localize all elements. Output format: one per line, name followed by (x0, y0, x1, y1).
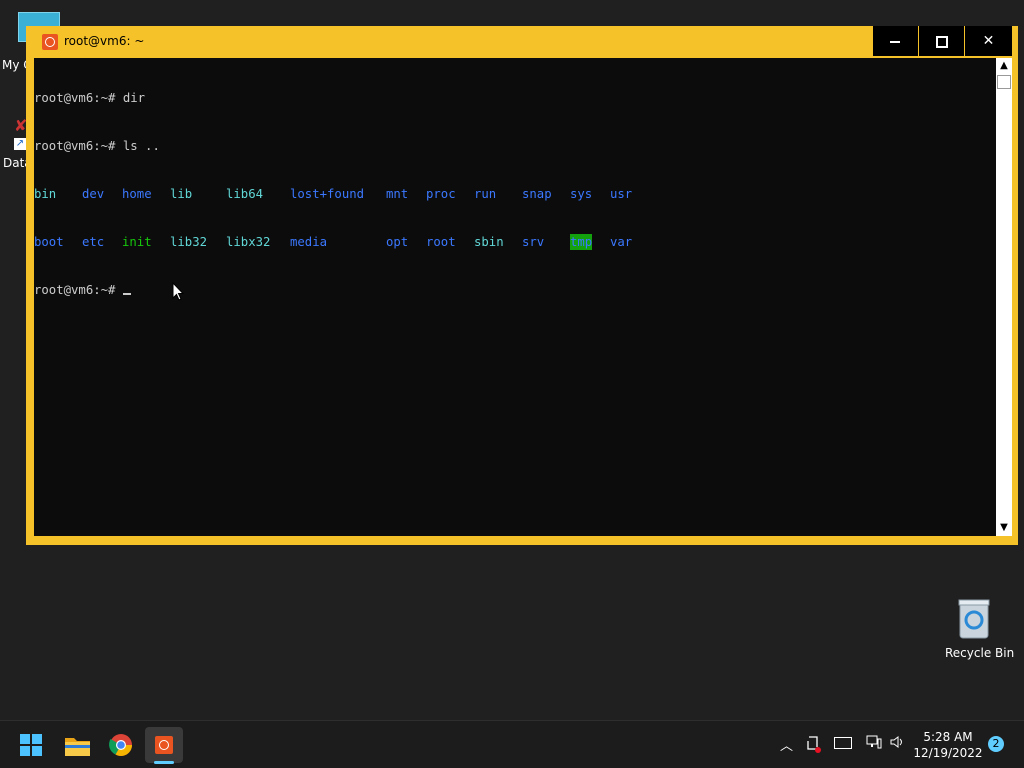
maximize-icon (936, 36, 948, 48)
network-icon[interactable] (866, 735, 882, 749)
scroll-thumb[interactable] (997, 75, 1011, 89)
windows-start-icon[interactable] (13, 727, 51, 763)
window-title: root@vm6: ~ (64, 34, 145, 48)
chevron-up-icon[interactable]: ︿ (780, 735, 793, 754)
ls-output-row: bin dev home lib lib64 lost+found mnt proc run sn… (34, 186, 996, 202)
text-cursor (122, 293, 131, 295)
clock-date: 12/19/2022 (913, 746, 983, 760)
directory-entry-mnt: mnt (386, 187, 409, 201)
directory-entry-home: home (122, 187, 152, 201)
directory-entry-init: init (122, 235, 152, 249)
ubuntu-icon (42, 34, 58, 50)
close-icon: ✕ (982, 33, 995, 49)
active-app-indicator (154, 761, 174, 764)
directory-entry-dev: dev (82, 187, 105, 201)
directory-entry-tmp: tmp (570, 234, 593, 250)
ls-output-row: boot etc init lib32 libx32 media opt root sbin sr… (34, 234, 996, 250)
recycle-bin-icon (958, 599, 990, 639)
close-button[interactable]: ✕ (965, 26, 1012, 56)
mouse-pointer-icon (172, 282, 184, 301)
directory-entry-snap: snap (522, 187, 552, 201)
taskbar: ︿ 5:28 AM 12/19/2022 (0, 720, 1024, 768)
directory-entry-lib32: lib32 (170, 235, 208, 249)
directory-entry-lib64: lib64 (226, 187, 264, 201)
minimize-icon (890, 41, 900, 43)
directory-entry-var: var (610, 235, 633, 249)
recycle-bin-label: Recycle Bin (945, 646, 1015, 660)
terminal-line: root@vm6:~# ls .. (34, 139, 160, 153)
directory-entry-libx32: libx32 (226, 235, 271, 249)
window-titlebar[interactable]: root@vm6: ~ ✕ (26, 26, 1018, 56)
directory-entry-media: media (290, 235, 328, 249)
directory-entry-lib: lib (170, 187, 193, 201)
volume-icon[interactable] (890, 735, 906, 749)
directory-entry-sys: sys (570, 187, 593, 201)
file-explorer-icon[interactable] (58, 727, 96, 763)
directory-entry-boot: boot (34, 235, 64, 249)
vertical-scrollbar[interactable]: ▲ ▼ (996, 58, 1012, 536)
terminal-line: root@vm6:~# dir (34, 91, 146, 105)
scroll-up-icon[interactable]: ▲ (996, 58, 1012, 74)
notification-badge[interactable]: 2 (988, 736, 1004, 752)
directory-entry-usr: usr (610, 187, 633, 201)
keyboard-icon[interactable] (834, 737, 852, 749)
directory-entry-etc: etc (82, 235, 105, 249)
taskbar-clock[interactable]: 5:28 AM 12/19/2022 (912, 729, 984, 761)
directory-entry-lostfound: lost+found (290, 187, 365, 201)
minimize-button[interactable] (873, 26, 918, 56)
chrome-icon[interactable] (102, 727, 140, 763)
scroll-down-icon[interactable]: ▼ (996, 520, 1012, 536)
shortcut-arrow-icon: ↗ (14, 138, 26, 150)
directory-entry-bin: bin (34, 187, 57, 201)
directory-entry-srv: srv (522, 235, 545, 249)
directory-entry-opt: opt (386, 235, 409, 249)
directory-entry-run: run (474, 187, 497, 201)
directory-entry-proc: proc (426, 187, 456, 201)
directory-entry-root: root (426, 235, 456, 249)
ubuntu-terminal-icon[interactable] (145, 727, 183, 764)
directory-entry-sbin: sbin (474, 235, 504, 249)
sync-status-icon[interactable] (806, 731, 822, 755)
maximize-button[interactable] (919, 26, 964, 56)
clock-time: 5:28 AM (923, 730, 973, 744)
terminal-prompt: root@vm6:~# (34, 283, 123, 297)
